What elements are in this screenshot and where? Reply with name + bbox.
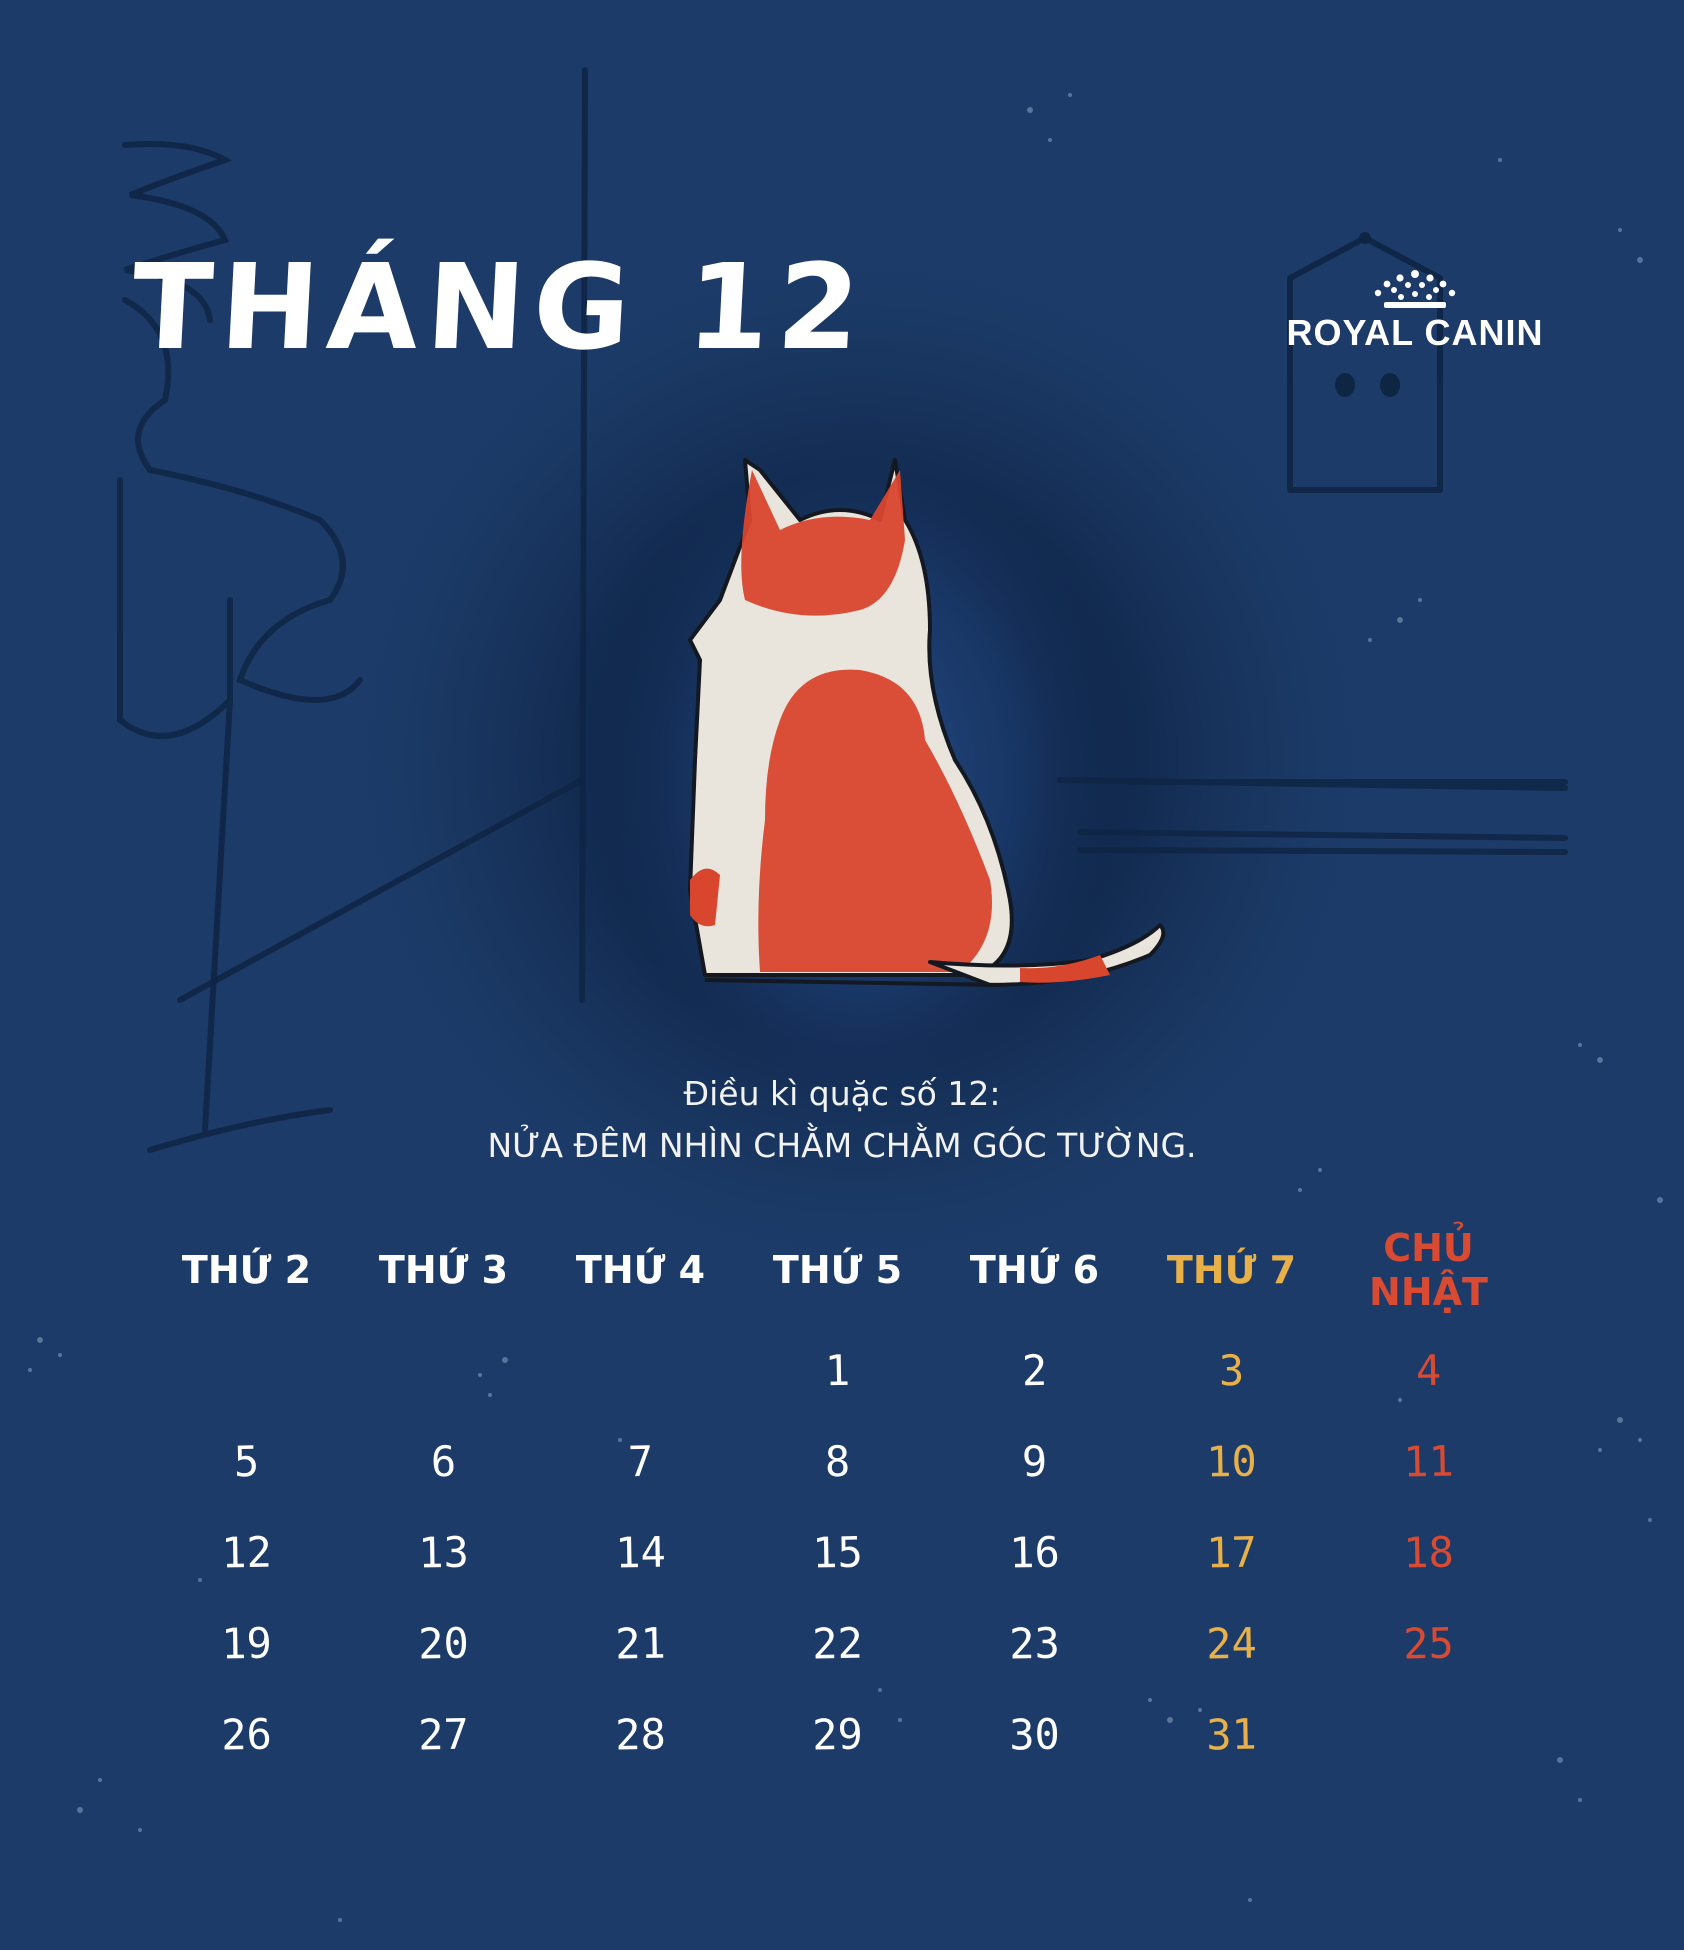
day-cell-saturday: 24 bbox=[1205, 1618, 1258, 1669]
caption-line-1: Điều kì quặc số 12: bbox=[683, 1074, 1001, 1113]
day-cell: 26 bbox=[220, 1709, 273, 1760]
weekday-fri: THỨ 6 bbox=[969, 1248, 1100, 1292]
day-cell-saturday: 10 bbox=[1205, 1436, 1258, 1487]
day-cell-saturday: 17 bbox=[1205, 1527, 1258, 1578]
frame-eye-right bbox=[1380, 373, 1400, 397]
day-cell: 7 bbox=[627, 1436, 654, 1487]
day-cell-sunday: 25 bbox=[1402, 1618, 1455, 1669]
weekday-tue: THỨ 3 bbox=[378, 1248, 509, 1292]
week-row: 19 20 21 22 23 24 25 bbox=[148, 1598, 1548, 1689]
day-cell: 9 bbox=[1021, 1436, 1048, 1487]
week-row: 5 6 7 8 9 10 11 bbox=[148, 1416, 1548, 1507]
day-cell: 14 bbox=[614, 1527, 667, 1578]
brand-name: ROYAL CANIN bbox=[1286, 312, 1544, 353]
day-cell: 2 bbox=[1021, 1345, 1048, 1396]
day-cell: 29 bbox=[811, 1709, 864, 1760]
day-cell: 16 bbox=[1008, 1527, 1061, 1578]
day-cell: 20 bbox=[417, 1618, 470, 1669]
day-cell: 22 bbox=[811, 1618, 864, 1669]
day-cell: 15 bbox=[811, 1527, 864, 1578]
week-row: 12 13 14 15 16 17 18 bbox=[148, 1507, 1548, 1598]
month-title: THÁNG 12 bbox=[128, 238, 872, 376]
weekday-mon: THỨ 2 bbox=[181, 1248, 312, 1292]
day-cell bbox=[542, 1369, 739, 1372]
day-cell: 19 bbox=[220, 1618, 273, 1669]
caption: Điều kì quặc số 12: NỬA ĐÊM NHÌN CHẰM CH… bbox=[0, 1068, 1684, 1172]
day-cell: 21 bbox=[614, 1618, 667, 1669]
weekday-wed: THỨ 4 bbox=[575, 1248, 706, 1292]
crown-icon bbox=[1374, 270, 1456, 308]
caption-line-2: NỬA ĐÊM NHÌN CHẰM CHẰM GÓC TƯỜNG. bbox=[487, 1126, 1197, 1165]
frame-nail bbox=[1359, 232, 1371, 244]
weekday-sat: THỨ 7 bbox=[1166, 1248, 1297, 1292]
day-cell: 12 bbox=[220, 1527, 273, 1578]
weekday-header-row: THỨ 2 THỨ 3 THỨ 4 THỨ 5 THỨ 6 THỨ 7 CHỦ … bbox=[148, 1215, 1548, 1325]
day-cell bbox=[148, 1369, 345, 1372]
calendar-grid: THỨ 2 THỨ 3 THỨ 4 THỨ 5 THỨ 6 THỨ 7 CHỦ … bbox=[148, 1215, 1548, 1780]
day-cell: 27 bbox=[417, 1709, 470, 1760]
day-cell-sunday bbox=[1330, 1733, 1527, 1736]
wall-corner-line bbox=[579, 67, 588, 1003]
day-cell-sunday: 11 bbox=[1402, 1436, 1455, 1487]
day-cell: 6 bbox=[430, 1436, 457, 1487]
day-cell-saturday: 31 bbox=[1205, 1709, 1258, 1760]
day-cell bbox=[345, 1369, 542, 1372]
week-row: 1 2 3 4 bbox=[148, 1325, 1548, 1416]
day-cell: 30 bbox=[1008, 1709, 1061, 1760]
day-cell: 23 bbox=[1008, 1618, 1061, 1669]
weekday-sun: CHỦ NHẬT bbox=[1369, 1226, 1488, 1314]
day-cell-saturday: 3 bbox=[1218, 1345, 1245, 1396]
day-cell: 1 bbox=[824, 1345, 851, 1396]
calendar-page: THÁNG 12 ROYAL CANIN Điều kì quặc số 12:… bbox=[0, 0, 1684, 1950]
day-cell: 5 bbox=[233, 1436, 260, 1487]
day-cell: 28 bbox=[614, 1709, 667, 1760]
frame-eye-left bbox=[1335, 373, 1355, 397]
day-cell: 8 bbox=[824, 1436, 851, 1487]
day-cell-sunday: 4 bbox=[1415, 1345, 1442, 1396]
week-row: 26 27 28 29 30 31 bbox=[148, 1689, 1548, 1780]
weekday-thu: THỨ 5 bbox=[772, 1248, 903, 1292]
day-cell: 13 bbox=[417, 1527, 470, 1578]
day-cell-sunday: 18 bbox=[1402, 1527, 1455, 1578]
brand-logo: ROYAL CANIN bbox=[1285, 268, 1545, 354]
shelf-line-3 bbox=[1077, 847, 1568, 855]
